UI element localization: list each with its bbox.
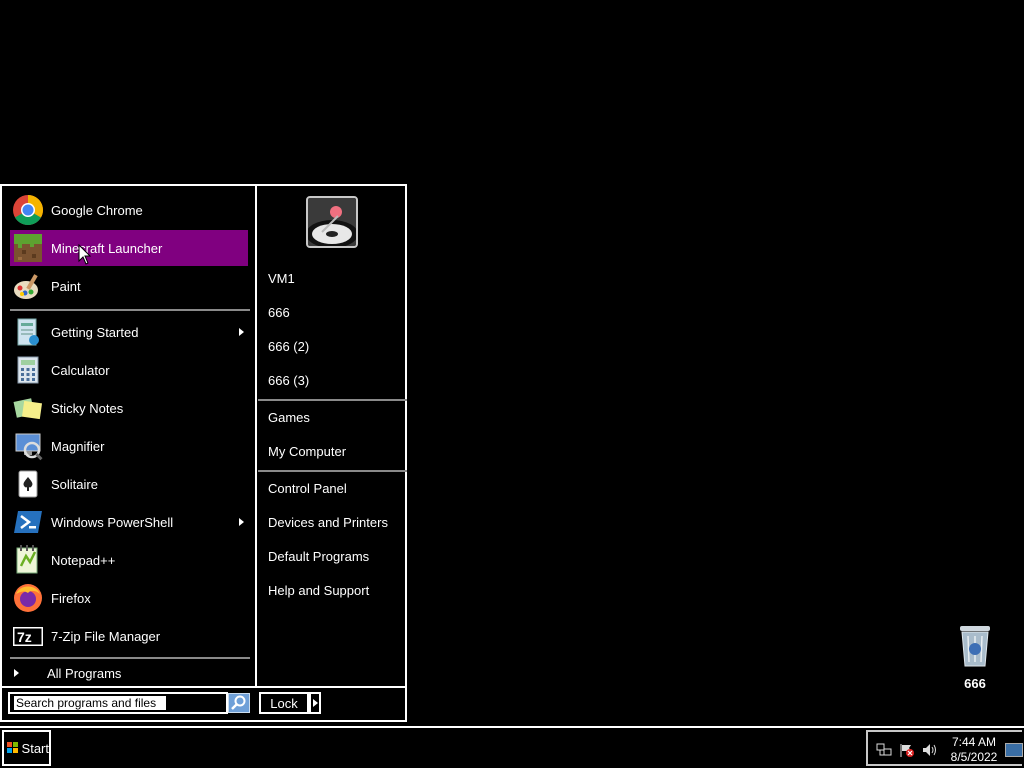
program-notepadpp[interactable]: Notepad++ <box>10 542 248 578</box>
user-picture[interactable] <box>306 196 358 248</box>
start-menu-places: VM1 666 666 (2) 666 (3) Games My Compute… <box>258 186 407 686</box>
action-center-flag-icon[interactable] <box>899 743 915 757</box>
program-label: 7-Zip File Manager <box>51 628 161 644</box>
all-programs-button[interactable]: All Programs <box>10 663 248 683</box>
search-button[interactable] <box>228 693 250 713</box>
windows-logo-icon <box>7 742 18 754</box>
firefox-icon <box>12 582 44 614</box>
place-help-and-support[interactable]: Help and Support <box>268 583 369 598</box>
program-google-chrome[interactable]: Google Chrome <box>10 192 248 228</box>
sticky-notes-icon <box>12 392 44 424</box>
all-programs-label: All Programs <box>47 665 122 681</box>
program-label: Minecraft Launcher <box>51 240 163 256</box>
program-solitaire[interactable]: Solitaire <box>10 466 248 502</box>
magnifier-icon <box>12 430 44 462</box>
place-my-computer[interactable]: My Computer <box>268 444 346 459</box>
program-paint[interactable]: Paint <box>10 268 248 304</box>
program-label: Sticky Notes <box>51 400 124 416</box>
program-label: Notepad++ <box>51 552 116 568</box>
shutdown-options-button[interactable] <box>309 692 321 714</box>
system-tray: 7:44 AM 8/5/2022 <box>866 730 1023 766</box>
search-input[interactable] <box>14 696 166 710</box>
submenu-arrow-icon <box>239 328 244 336</box>
program-magnifier[interactable]: Magnifier <box>10 428 248 464</box>
program-label: Calculator <box>51 362 110 378</box>
places-separator-2 <box>258 470 407 472</box>
start-menu-programs: Google Chrome Minecraft Launcher Paint G… <box>2 186 254 686</box>
program-windows-powershell[interactable]: Windows PowerShell <box>10 504 248 540</box>
submenu-arrow-icon <box>239 518 244 526</box>
user-folder-666[interactable]: 666 <box>268 305 290 320</box>
lock-label: Lock <box>270 695 298 711</box>
mouse-cursor-icon <box>78 244 92 265</box>
search-icon <box>231 695 246 710</box>
volume-icon[interactable] <box>922 743 938 757</box>
column-divider <box>255 186 257 686</box>
clock-time: 7:44 AM <box>951 735 997 749</box>
minecraft-icon <box>12 232 44 264</box>
places-separator-1 <box>258 399 407 401</box>
network-icon[interactable] <box>876 743 892 757</box>
7zip-icon: 7z <box>12 620 44 652</box>
start-label: Start <box>21 740 49 756</box>
recycle-bin-icon <box>958 624 992 668</box>
show-desktop-icon[interactable] <box>1005 743 1023 757</box>
paint-icon <box>12 270 44 302</box>
expand-arrow-icon <box>14 669 19 677</box>
clock-date: 8/5/2022 <box>950 750 998 764</box>
program-label: Windows PowerShell <box>51 514 174 530</box>
place-default-programs[interactable]: Default Programs <box>268 549 369 564</box>
program-label: Firefox <box>51 590 91 606</box>
search-bar-divider <box>2 686 405 688</box>
place-devices-and-printers[interactable]: Devices and Printers <box>268 515 388 530</box>
powershell-icon <box>12 506 44 538</box>
svg-text:7z: 7z <box>17 629 32 645</box>
user-folder-666-3[interactable]: 666 (3) <box>268 373 309 388</box>
user-folder-666-2[interactable]: 666 (2) <box>268 339 309 354</box>
program-calculator[interactable]: Calculator <box>10 352 248 388</box>
taskbar: Start 7:44 AM 8/5/2022 <box>0 726 1024 768</box>
recycle-bin-label: 666 <box>964 676 986 691</box>
program-label: Magnifier <box>51 438 105 454</box>
clock[interactable]: 7:44 AM 8/5/2022 <box>946 735 1002 765</box>
program-getting-started[interactable]: Getting Started <box>10 314 248 350</box>
program-label: Getting Started <box>51 324 139 340</box>
calculator-icon <box>12 354 44 386</box>
all-programs-separator <box>10 657 250 659</box>
search-box[interactable] <box>8 692 228 714</box>
recycle-bin-shortcut[interactable]: 666 <box>950 624 1000 691</box>
program-label: Google Chrome <box>51 202 143 218</box>
getting-started-icon <box>12 316 44 348</box>
notepadpp-icon <box>12 544 44 576</box>
program-firefox[interactable]: Firefox <box>10 580 248 616</box>
solitaire-icon <box>12 468 44 500</box>
program-minecraft-launcher[interactable]: Minecraft Launcher <box>10 230 248 266</box>
pinned-separator <box>10 309 250 311</box>
start-button[interactable]: Start <box>2 730 51 766</box>
program-7zip-file-manager[interactable]: 7z 7-Zip File Manager <box>10 618 248 654</box>
user-folder-vm1[interactable]: VM1 <box>268 271 295 286</box>
place-games[interactable]: Games <box>268 410 310 425</box>
program-label: Paint <box>51 278 81 294</box>
start-menu: Google Chrome Minecraft Launcher Paint G… <box>0 184 407 722</box>
program-sticky-notes[interactable]: Sticky Notes <box>10 390 248 426</box>
lock-button[interactable]: Lock <box>259 692 309 714</box>
program-label: Solitaire <box>51 476 98 492</box>
chrome-icon <box>12 194 44 226</box>
place-control-panel[interactable]: Control Panel <box>268 481 347 496</box>
